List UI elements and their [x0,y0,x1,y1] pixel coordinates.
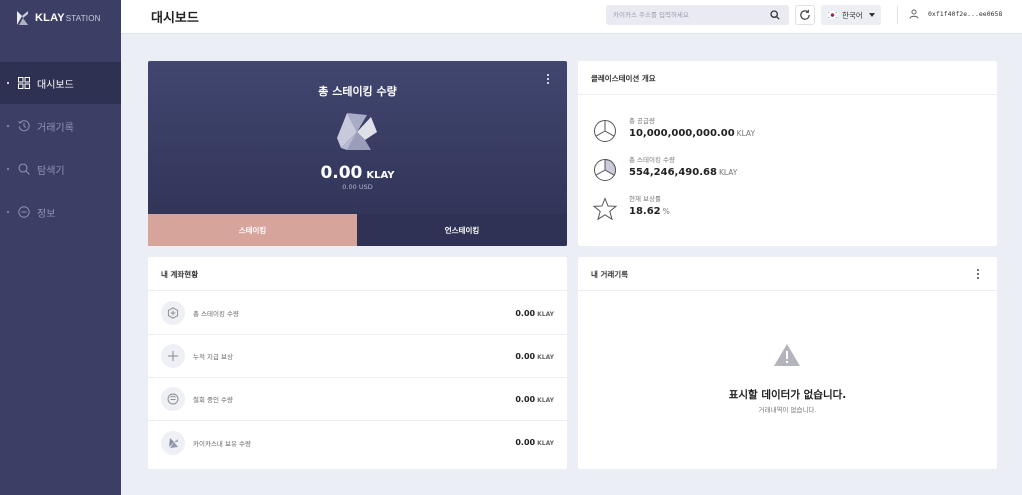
total-staking-card: 총 스테이킹 수량 0.00 KLAY 0.00 USD 스테이킹 언스테이킹 [148,61,567,246]
empty-state-title: 표시할 데이터가 없습니다. [728,389,847,401]
plus-icon [161,344,185,368]
dashboard-icon [18,77,30,89]
account-row-label: 총 스테이킹 수량 [193,310,239,318]
search-icon [770,10,780,20]
korea-flag-icon [827,11,838,19]
sidebar-item-label: 거래기록 [37,122,74,134]
account-row-value: 0.00 KLAY [515,438,554,447]
sidebar: KLAYSTATION 대시보드 거래기록 탐색기 정보 [0,0,121,495]
language-label: 한국어 [842,10,863,20]
staking-amount: 0.00 KLAY [148,163,567,183]
account-address: 0xf1f40f2e...ee0658 [928,10,1003,18]
sidebar-item-label: 정보 [37,208,56,220]
card-title: 클레이스테이션 개요 [591,74,656,83]
refresh-button[interactable] [795,5,815,25]
refresh-icon [800,9,810,20]
pie-chart-icon [594,120,616,142]
dot [977,269,979,271]
header-divider [897,6,898,24]
card-header: 내 거래기록 [578,257,997,291]
sidebar-item-dashboard[interactable]: 대시보드 [0,62,121,104]
dot [547,82,549,84]
card-header: 클레이스테이션 개요 [578,61,997,95]
klaytn-logo-icon [337,113,377,150]
my-account-card: 내 계좌현황 총 스테이킹 수량 0.00 KLAY 누적 지급 보상 0.00 K… [148,257,567,469]
history-icon [18,120,30,132]
info-icon [18,206,30,218]
page-title: 대시보드 [151,11,199,26]
account-row: 철회 중인 수량 0.00 KLAY [148,378,567,421]
stake-icon [161,301,185,325]
brand-logo[interactable]: KLAYSTATION [14,9,101,27]
staking-menu-button[interactable] [543,72,553,86]
address-search [606,5,789,25]
search-button[interactable] [764,5,786,25]
top-header: 대시보드 한국어 0xf1f40f2e...ee0658 [121,0,1022,34]
sidebar-item-history[interactable]: 거래기록 [0,105,121,147]
card-header: 내 계좌현황 [148,257,567,291]
account-menu[interactable]: 0xf1f40f2e...ee0658 [909,9,1002,19]
overview-value: 554,246,490.68 KLAY [629,167,738,178]
card-title: 내 거래기록 [591,270,629,279]
account-row-label: 철회 중인 수량 [193,396,234,404]
klay-logo-icon [17,11,28,25]
dot [977,277,979,279]
account-row-value: 0.00 KLAY [515,394,554,404]
pie-chart-filled-icon [594,158,616,181]
account-row-value: 0.00 KLAY [515,351,554,361]
card-title: 내 계좌현황 [161,270,199,279]
overview-label: 총 스테이킹 수량 [629,156,675,164]
star-icon [592,197,618,221]
account-row: 누적 지급 보상 0.00 KLAY [148,335,567,378]
sidebar-item-label: 탐색기 [37,165,65,177]
language-select[interactable]: 한국어 [821,5,881,25]
caret-down-icon [868,13,875,17]
staking-usd-value: 0.00 USD [342,183,373,191]
staking-amount-value: 0.00 [320,163,363,183]
overview-label: 현재 보상률 [629,195,661,203]
warning-icon [774,344,800,366]
nav-bullet [7,125,9,127]
klay-icon [161,430,185,455]
staking-title: 총 스테이킹 수량 [318,85,397,98]
sidebar-item-label: 대시보드 [37,79,74,91]
stake-button[interactable]: 스테이킹 [148,214,357,246]
overview-value: 18.62% [629,206,670,217]
nav-bullet [7,82,9,84]
dot [547,74,549,76]
overview-row-reward-rate: 현재 보상률 18.62% [592,193,670,222]
transactions-menu-button[interactable] [973,267,983,281]
search-icon [18,163,30,175]
user-icon [909,9,919,19]
my-transactions-card: 내 거래기록 표시할 데이터가 없습니다. 거래내역이 없습니다. [578,257,997,469]
overview-row-total-staking: 총 스테이킹 수량 554,246,490.68 KLAY [592,154,737,183]
overview-label: 총 공급량 [629,117,655,125]
staking-amount-unit: KLAY [366,170,395,181]
withdraw-icon [161,387,185,411]
klaystation-overview-card: 클레이스테이션 개요 총 공급량 10,000,000,000.00 KLAY 총… [578,61,997,246]
search-input[interactable] [606,11,764,19]
dot [977,273,979,275]
unstake-button[interactable]: 언스테이킹 [357,214,567,246]
account-row: 카이카스내 보유 수량 0.00 KLAY [148,421,567,464]
overview-row-total-supply: 총 공급량 10,000,000,000.00 KLAY [592,115,755,144]
account-row: 총 스테이킹 수량 0.00 KLAY [148,292,567,335]
sidebar-item-explorer[interactable]: 탐색기 [0,148,121,190]
account-row-value: 0.00 KLAY [515,308,554,318]
account-row-label: 카이카스내 보유 수량 [193,439,251,448]
nav-bullet [7,211,9,213]
nav-bullet [7,168,9,170]
account-row-label: 누적 지급 보상 [193,353,234,361]
empty-state-subtitle: 거래내역이 없습니다. [758,406,817,414]
dot [547,78,549,80]
sidebar-item-info[interactable]: 정보 [0,191,121,233]
overview-value: 10,000,000,000.00 KLAY [629,128,756,139]
brand-name: KLAYSTATION [35,12,101,24]
